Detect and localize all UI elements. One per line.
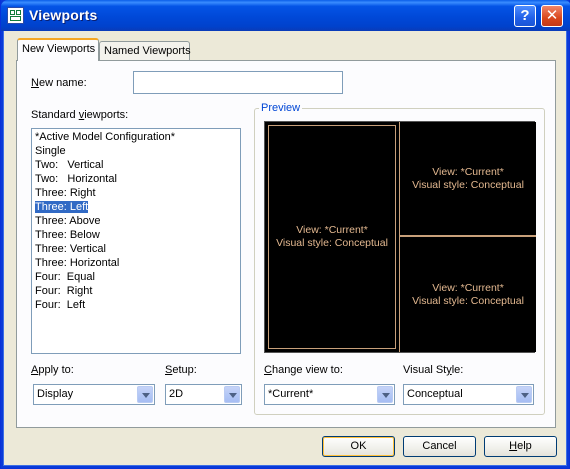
standard-viewports-label: Standard viewports: xyxy=(31,109,129,121)
list-item[interactable]: Two: Vertical xyxy=(32,158,240,172)
chevron-down-icon[interactable] xyxy=(224,386,240,403)
preview-canvas: View: *Current* Visual style: Conceptual… xyxy=(264,121,536,353)
window-title: Viewports xyxy=(29,7,98,23)
list-item[interactable]: Four: Right xyxy=(32,284,240,298)
tab-new-viewports[interactable]: New Viewports xyxy=(17,38,99,61)
chevron-down-icon[interactable] xyxy=(516,386,532,403)
list-item[interactable]: Three: Right xyxy=(32,186,240,200)
chevron-down-icon[interactable] xyxy=(137,386,153,403)
visual-style-label: Visual Style: xyxy=(403,364,464,376)
viewport-style-text: Visual style: Conceptual xyxy=(412,178,524,191)
viewport-style-text: Visual style: Conceptual xyxy=(412,294,524,307)
cancel-button[interactable]: Cancel xyxy=(403,436,476,457)
change-view-to-select[interactable]: *Current* xyxy=(264,384,395,405)
new-name-label: New name: xyxy=(31,77,87,89)
close-button[interactable]: ✕ xyxy=(541,5,563,27)
title-help-button[interactable]: ? xyxy=(514,5,536,27)
new-name-input[interactable] xyxy=(133,71,343,94)
close-icon: ✕ xyxy=(545,7,559,24)
viewport-style-text: Visual style: Conceptual xyxy=(276,237,388,249)
list-item[interactable]: Three: Below xyxy=(32,228,240,242)
standard-viewports-list[interactable]: *Active Model Configuration* Single Two:… xyxy=(31,128,241,354)
setup-value: 2D xyxy=(169,388,184,400)
viewports-dialog: Viewports ? ✕ Named Viewports New Viewpo… xyxy=(0,0,570,469)
preview-viewport-bottom-right[interactable]: View: *Current* Visual style: Conceptual xyxy=(399,236,536,352)
list-item-selected[interactable]: Three: Left xyxy=(32,200,240,214)
visual-style-select[interactable]: Conceptual xyxy=(403,384,534,405)
preview-label: Preview xyxy=(259,102,303,114)
viewport-view-text: View: *Current* xyxy=(296,224,368,236)
list-item[interactable]: Four: Left xyxy=(32,298,240,312)
change-view-to-value: *Current* xyxy=(268,388,314,400)
ok-button[interactable]: OK xyxy=(322,436,395,457)
change-view-to-label: Change view to: xyxy=(264,364,343,376)
viewports-app-icon xyxy=(7,7,24,24)
visual-style-value: Conceptual xyxy=(407,388,463,400)
list-item[interactable]: Three: Horizontal xyxy=(32,256,240,270)
apply-to-select[interactable]: Display xyxy=(33,384,155,405)
list-item[interactable]: *Active Model Configuration* xyxy=(32,130,240,144)
list-item[interactable]: Three: Vertical xyxy=(32,242,240,256)
apply-to-value: Display xyxy=(37,388,74,400)
list-item[interactable]: Four: Equal xyxy=(32,270,240,284)
viewport-view-text: View: *Current* xyxy=(432,165,504,178)
help-button[interactable]: Help xyxy=(484,436,557,457)
viewport-view-text: View: *Current* xyxy=(432,281,504,294)
tab-named-viewports[interactable]: Named Viewports xyxy=(99,41,191,61)
list-item[interactable]: Three: Above xyxy=(32,214,240,228)
list-item[interactable]: Two: Horizontal xyxy=(32,172,240,186)
preview-viewport-top-right[interactable]: View: *Current* Visual style: Conceptual xyxy=(399,122,536,236)
apply-to-label: Apply to: xyxy=(31,364,74,376)
setup-label: Setup: xyxy=(165,364,197,376)
setup-select[interactable]: 2D xyxy=(165,384,242,405)
preview-viewport-left[interactable]: View: *Current* Visual style: Conceptual xyxy=(268,125,396,349)
chevron-down-icon[interactable] xyxy=(377,386,393,403)
list-item[interactable]: Single xyxy=(32,144,240,158)
title-bar[interactable]: Viewports ? ✕ xyxy=(1,0,570,31)
